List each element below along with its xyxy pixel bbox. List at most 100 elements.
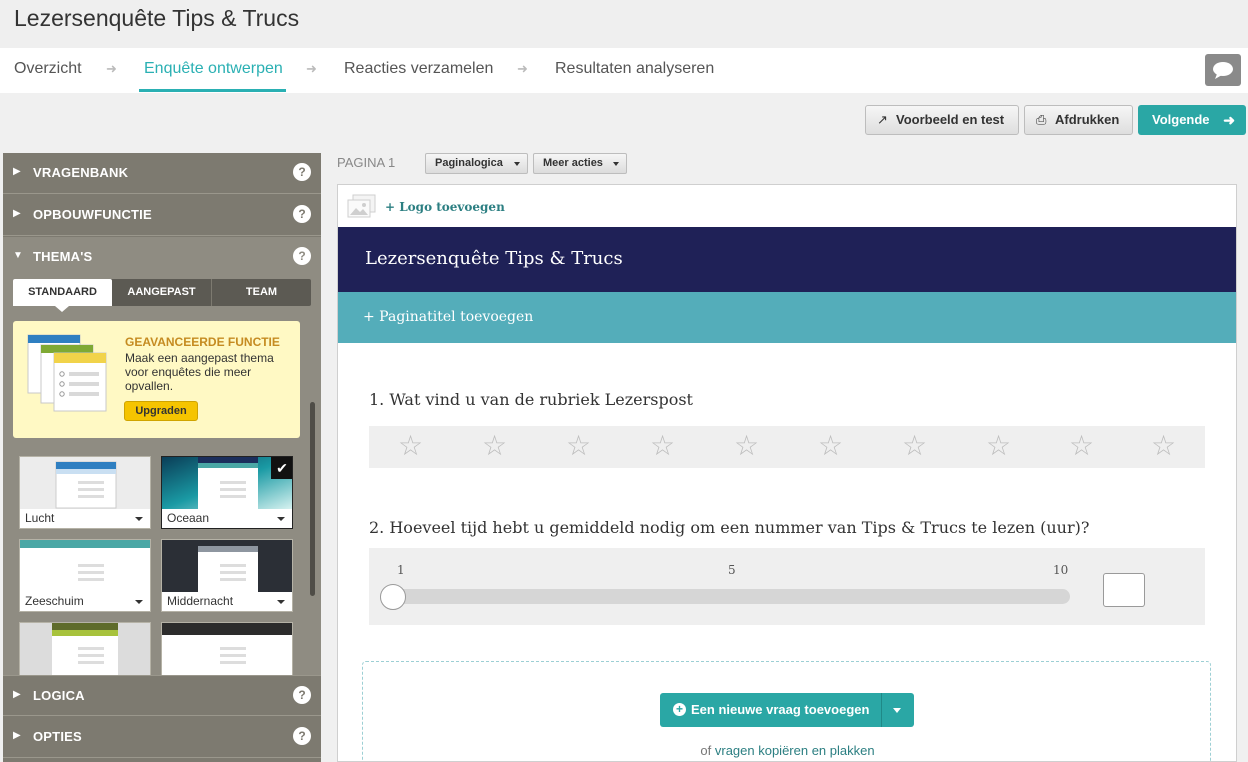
- help-icon[interactable]: ?: [293, 686, 311, 704]
- chevron-down-icon[interactable]: [277, 600, 285, 604]
- theme-card-middernacht[interactable]: Middernacht: [161, 539, 293, 612]
- slider-max-label: 10: [1053, 563, 1069, 577]
- star-icon[interactable]: ☆: [650, 432, 675, 460]
- tab-overzicht[interactable]: Overzicht: [14, 60, 82, 78]
- section-label: LOGICA: [33, 688, 85, 703]
- next-label: Volgende: [1152, 112, 1210, 127]
- triangle-right-icon: ▶: [13, 166, 21, 177]
- question-title[interactable]: 1. Wat vind u van de rubriek Lezerspost: [369, 390, 693, 409]
- tab-team[interactable]: TEAM: [212, 279, 311, 306]
- star-icon[interactable]: ☆: [986, 432, 1011, 460]
- star-icon[interactable]: ☆: [1151, 432, 1176, 460]
- help-icon[interactable]: ?: [293, 247, 311, 265]
- question-title[interactable]: 2. Hoeveel tijd hebt u gemiddeld nodig o…: [369, 518, 1089, 537]
- theme-preview: [20, 540, 150, 592]
- promo-text: Maak een aangepast thema voor enquêtes d…: [125, 351, 274, 393]
- chevron-down-icon[interactable]: [893, 708, 901, 713]
- triangle-down-icon: ▼: [13, 250, 23, 261]
- section-label: OPTIES: [33, 729, 82, 744]
- section-logica[interactable]: ▶ LOGICA ?: [3, 675, 321, 716]
- themes-panel: ▼ THEMA'S ? STANDAARD AANGEPAST TEAM GEA…: [3, 237, 321, 675]
- add-question-zone: + Een nieuwe vraag toevoegen of vragen k…: [362, 661, 1212, 761]
- star-icon[interactable]: ☆: [482, 432, 507, 460]
- add-logo-link[interactable]: + Logo toevoegen: [385, 200, 505, 214]
- star-icon[interactable]: ☆: [566, 432, 591, 460]
- themes-scrollbar[interactable]: [310, 402, 315, 596]
- theme-card-partial[interactable]: [19, 622, 151, 675]
- slider-min-label: 1: [397, 563, 405, 577]
- tab-resultaten-analyseren[interactable]: Resultaten analyseren: [555, 60, 714, 78]
- help-icon[interactable]: ?: [293, 163, 311, 181]
- upgrade-button[interactable]: Upgraden: [124, 401, 198, 421]
- page-title-band[interactable]: + Paginatitel toevoegen: [338, 292, 1236, 343]
- tab-reacties-verzamelen[interactable]: Reacties verzamelen: [344, 60, 493, 78]
- slider-handle[interactable]: [380, 584, 406, 610]
- theme-name: Zeeschuim: [25, 594, 84, 608]
- comments-button[interactable]: [1205, 54, 1241, 86]
- nav-arrow-icon: ➜: [306, 61, 317, 76]
- theme-preview: [162, 540, 292, 592]
- section-label: THEMA'S: [33, 249, 93, 264]
- nav-arrow-icon: ➜: [517, 61, 528, 76]
- arrow-right-icon: ➜: [1223, 112, 1235, 128]
- preview-test-button[interactable]: ↗ Voorbeeld en test: [865, 105, 1019, 135]
- button-divider: [881, 693, 882, 727]
- copy-paste-link[interactable]: vragen kopiëren en plakken: [715, 743, 875, 758]
- star-icon[interactable]: ☆: [818, 432, 843, 460]
- theme-card-lucht[interactable]: Lucht: [19, 456, 151, 529]
- section-vragenbank[interactable]: ▶ VRAGENBANK ?: [3, 153, 321, 194]
- help-icon[interactable]: ?: [293, 205, 311, 223]
- page-logic-dropdown[interactable]: Paginalogica: [425, 153, 528, 174]
- print-button[interactable]: ⎙ Afdrukken: [1024, 105, 1133, 135]
- tab-caret: [55, 306, 69, 312]
- star-icon[interactable]: ☆: [398, 432, 423, 460]
- share-icon: ↗: [877, 112, 888, 127]
- star-icon[interactable]: ☆: [734, 432, 759, 460]
- chevron-down-icon[interactable]: [135, 517, 143, 521]
- image-placeholder-icon: [347, 194, 376, 218]
- nav-arrow-icon: ➜: [106, 61, 117, 76]
- help-icon[interactable]: ?: [293, 727, 311, 745]
- section-themas[interactable]: ▼ THEMA'S ?: [3, 237, 321, 278]
- chevron-down-icon[interactable]: [135, 600, 143, 604]
- section-opbouwfunctie[interactable]: ▶ OPBOUWFUNCTIE ?: [3, 195, 321, 236]
- survey-title: Lezersenquête Tips & Trucs: [365, 248, 623, 269]
- theme-stack-icon: [27, 334, 107, 412]
- tab-aangepast[interactable]: AANGEPAST: [112, 279, 212, 306]
- copy-paste-line: of vragen kopiëren en plakken: [363, 743, 1212, 758]
- star-icon[interactable]: ☆: [902, 432, 927, 460]
- tab-standaard[interactable]: STANDAARD: [13, 279, 112, 306]
- star-rating: ☆ ☆ ☆ ☆ ☆ ☆ ☆ ☆ ☆ ☆: [369, 426, 1205, 468]
- sidebar: ▶ VRAGENBANK ? ▶ OPBOUWFUNCTIE ? ▼ THEMA…: [3, 153, 321, 762]
- section-opties[interactable]: ▶ OPTIES ?: [3, 717, 321, 758]
- more-actions-label: Meer acties: [543, 157, 603, 169]
- theme-card-zeeschuim[interactable]: Zeeschuim: [19, 539, 151, 612]
- slider-track[interactable]: [382, 589, 1070, 604]
- next-button[interactable]: Volgende ➜: [1138, 105, 1246, 135]
- tab-enquete-ontwerpen[interactable]: Enquête ontwerpen: [144, 60, 283, 78]
- theme-name: Oceaan: [167, 511, 210, 525]
- speech-bubble-icon: [1213, 62, 1233, 79]
- chevron-down-icon: [514, 162, 520, 166]
- star-icon[interactable]: ☆: [1069, 432, 1094, 460]
- slider-value-input[interactable]: [1103, 573, 1145, 607]
- add-question-button[interactable]: + Een nieuwe vraag toevoegen: [660, 693, 914, 727]
- theme-tabs: STANDAARD AANGEPAST TEAM: [13, 279, 311, 306]
- print-label: Afdrukken: [1055, 112, 1120, 127]
- add-question-label: Een nieuwe vraag toevoegen: [691, 702, 870, 717]
- advanced-feature-promo: GEAVANCEERDE FUNCTIE Maak een aangepast …: [13, 321, 300, 438]
- survey-canvas: + Logo toevoegen Lezersenquête Tips & Tr…: [337, 184, 1237, 762]
- promo-title: GEAVANCEERDE FUNCTIE: [125, 335, 280, 349]
- survey-title-banner[interactable]: Lezersenquête Tips & Trucs: [338, 227, 1236, 292]
- theme-card-partial[interactable]: [161, 622, 293, 675]
- theme-name: Middernacht: [167, 594, 234, 608]
- add-page-title-link: + Paginatitel toevoegen: [363, 309, 534, 325]
- triangle-right-icon: ▶: [13, 689, 21, 700]
- page-label: PAGINA 1: [337, 155, 396, 170]
- chevron-down-icon: [613, 162, 619, 166]
- more-actions-dropdown[interactable]: Meer acties: [533, 153, 627, 174]
- main-nav: Overzicht ➜ Enquête ontwerpen ➜ Reacties…: [0, 48, 1248, 93]
- chevron-down-icon[interactable]: [277, 517, 285, 521]
- copy-prefix: of: [700, 743, 712, 758]
- theme-card-oceaan[interactable]: ✔ Oceaan: [161, 456, 293, 529]
